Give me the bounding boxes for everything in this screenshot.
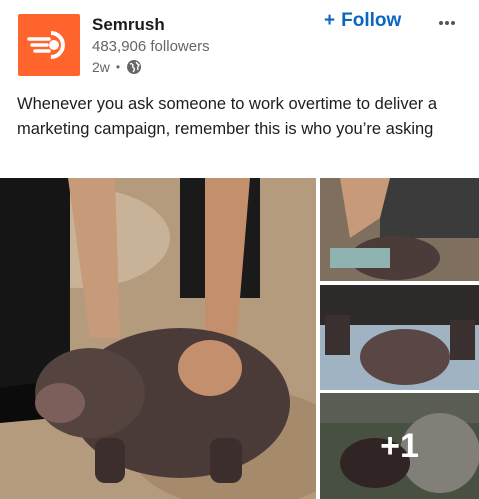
follower-count: 483,906 followers [92,38,210,55]
main-photo[interactable] [0,178,316,499]
more-options-button[interactable] [438,10,456,31]
semrush-logo-icon [27,31,65,60]
thumbnail-3[interactable]: +1 [320,393,479,499]
thumbnail-1[interactable] [320,178,479,281]
follow-button[interactable]: + Follow [324,10,401,32]
more-icon [439,21,455,25]
globe-icon [127,60,142,74]
company-logo[interactable] [18,14,80,76]
follow-label: Follow [341,10,402,31]
meta-separator: • [115,60,121,74]
plus-icon: + [324,10,336,31]
more-photos-count: +1 [320,393,479,499]
thumbnail-2[interactable] [320,285,479,390]
post-time: 2w [92,59,110,75]
post-meta: 2w • [92,59,142,75]
post-text: Whenever you ask someone to work overtim… [17,95,438,138]
company-name[interactable]: Semrush [92,15,165,35]
